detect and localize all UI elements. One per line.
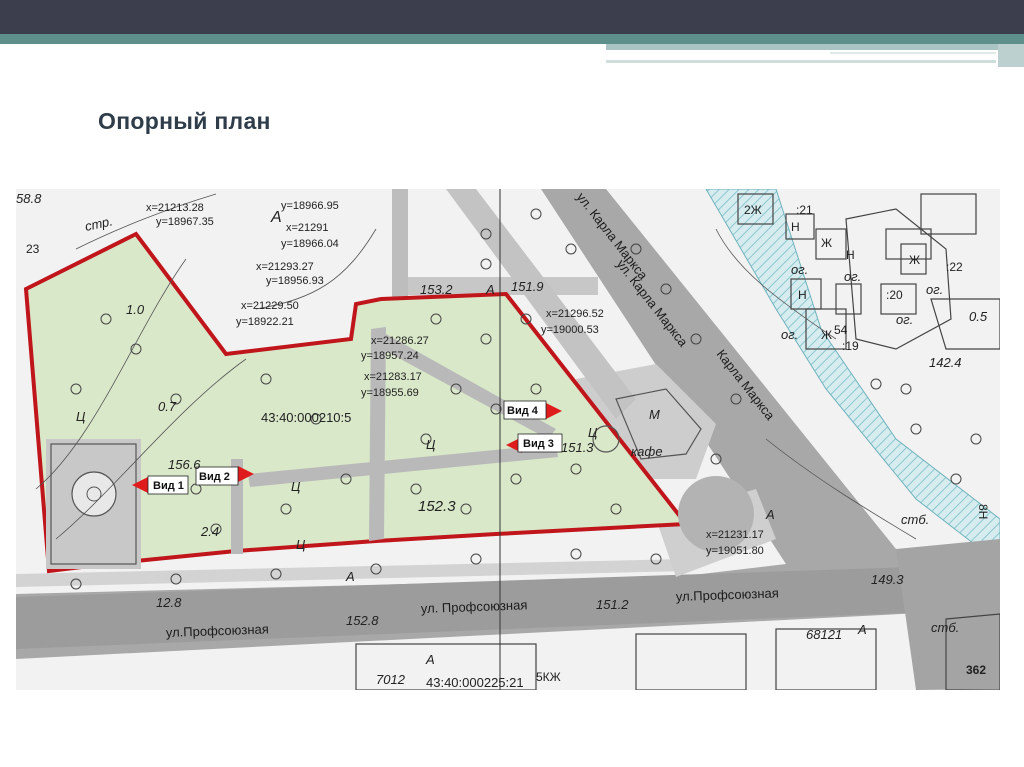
label-19: :19 [842, 339, 859, 353]
label-n: Н [791, 220, 800, 234]
label-8n: 8Н [976, 504, 990, 519]
elevation-label: 2.4 [200, 524, 219, 539]
view-1-label: Вид 1 [153, 480, 184, 492]
label-stb: стб. [931, 620, 959, 635]
label-a: А [345, 569, 355, 584]
label-og: ог. [896, 312, 913, 327]
label-og: ог. [926, 282, 943, 297]
elevation-label: 151.9 [511, 279, 544, 294]
label-20: :20 [886, 288, 903, 302]
coordinate: y=19000.53 [541, 324, 599, 336]
label-og: ог. [844, 269, 861, 284]
elevation-label: 152.8 [346, 613, 379, 628]
label-og: ог. [781, 327, 798, 342]
label-362: 362 [966, 663, 986, 677]
coordinate: x=21296.52 [546, 308, 604, 320]
coordinate: x=21293.27 [256, 261, 314, 273]
coordinate: y=19051.80 [706, 545, 764, 557]
elevation-label: 151.2 [596, 597, 629, 612]
label-22: :22 [946, 260, 963, 274]
view-4-label: Вид 4 [507, 405, 539, 417]
cadastral-south: 43:40:000225:21 [426, 675, 524, 690]
label-ts: Ц [76, 409, 86, 424]
label-a: А [857, 622, 867, 637]
elevation-label: 142.4 [929, 355, 962, 370]
elevation-label: 12.8 [156, 595, 182, 610]
label-68121: 68121 [806, 627, 842, 642]
elevation-label: 0.7 [158, 399, 177, 414]
label-23: 23 [26, 242, 40, 256]
header-bar [0, 0, 1024, 34]
header-corner [998, 0, 1024, 67]
coordinate: y=18956.93 [266, 275, 324, 287]
elevation-label: 156.6 [168, 457, 201, 472]
label-ts: Ц [296, 537, 306, 552]
elevation-label: 0.5 [969, 309, 988, 324]
coordinate: y=18955.69 [361, 387, 419, 399]
coordinate: x=21286.27 [371, 335, 429, 347]
label-a: А [270, 209, 282, 226]
coordinate: y=18922.21 [236, 316, 294, 328]
coordinate: x=21283.17 [364, 371, 422, 383]
cadastral-main: 43:40:000210:5 [261, 410, 351, 425]
slide-title: Опорный план [98, 108, 271, 134]
coordinate: x=21213.28 [146, 202, 204, 214]
elevation-label: 152.3 [418, 498, 456, 515]
label-21: :21 [796, 203, 813, 217]
coordinate: y=18966.04 [281, 238, 339, 250]
view-2-label: Вид 2 [199, 471, 230, 483]
label-ts: Ц [426, 437, 436, 452]
header-stripe-light [606, 44, 1024, 50]
view-3-label: Вид 3 [523, 438, 554, 450]
label-a: А [425, 652, 435, 667]
label-5kzh: 5КЖ [536, 670, 561, 684]
label-a: А [765, 507, 775, 522]
label-7012: 7012 [376, 672, 406, 687]
label-stb: стб. [901, 512, 929, 527]
label-zh: Ж [821, 328, 832, 342]
coordinate: x=21291 [286, 222, 329, 234]
coordinate: x=21229.50 [241, 300, 299, 312]
label-kafe: кафе [631, 444, 663, 459]
header-line-upper [830, 52, 996, 54]
coordinate: x=21231.17 [706, 529, 764, 541]
elevation-label: 153.2 [420, 282, 453, 297]
site-plan-map: Вид 1 Вид 2 Вид 3 Вид 4 43:40:000210:5 4… [16, 189, 1000, 690]
label-ts: Ц [291, 479, 301, 494]
elevation-label: 151.3 [561, 440, 594, 455]
label-54: 54 [834, 323, 848, 337]
elevation-label: 149.3 [871, 572, 904, 587]
coordinate: y=18957.24 [361, 350, 419, 362]
coordinate: y=18966.95 [281, 200, 339, 212]
label-2zh: 2Ж [744, 203, 762, 217]
label-m: М [649, 407, 660, 422]
label-n: Н [798, 288, 807, 302]
elevation-label: 1.0 [126, 302, 145, 317]
header-stripe [0, 34, 1024, 44]
label-a: А [485, 282, 495, 297]
coordinate: y=18967.35 [156, 216, 214, 228]
label-ts: Ц [588, 425, 598, 440]
label-zh: Ж [909, 253, 920, 267]
header-line [606, 60, 996, 63]
elevation-label: 58.8 [16, 191, 42, 206]
label-zh: Ж [821, 236, 832, 250]
label-og: ог. [791, 262, 808, 277]
label-n: Н [846, 248, 855, 262]
